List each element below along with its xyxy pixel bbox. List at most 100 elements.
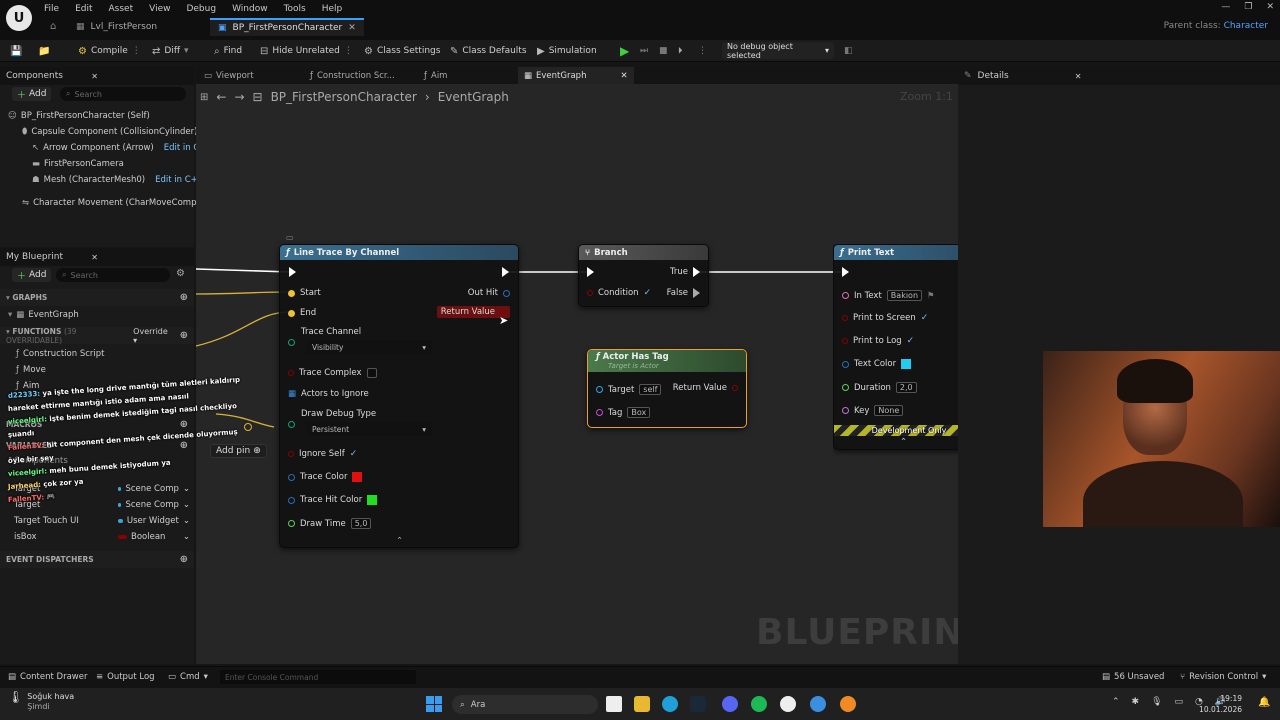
branch-true-pin[interactable]: True bbox=[670, 267, 700, 277]
menu-help[interactable]: Help bbox=[322, 4, 343, 14]
close-tab-icon[interactable]: ✕ bbox=[348, 23, 356, 33]
forward-arrow-icon[interactable]: → bbox=[234, 90, 244, 104]
tag-value-input[interactable]: Box bbox=[627, 407, 651, 418]
eject-icon[interactable]: ⏵ bbox=[678, 44, 683, 58]
taskbar-search[interactable]: ⌕ Ara bbox=[452, 695, 598, 714]
duration-pin[interactable]: Duration 2,0 bbox=[842, 382, 917, 393]
checkmark-icon[interactable]: ✓ bbox=[644, 288, 652, 298]
restore-icon[interactable]: ❐ bbox=[1244, 2, 1252, 12]
task-view-icon[interactable] bbox=[606, 696, 622, 712]
variable-row[interactable]: isBox Boolean ⌄ bbox=[14, 529, 194, 545]
select-pin-icon[interactable] bbox=[244, 423, 252, 431]
weather-widget[interactable]: 🌡 Soğuk hava Şimdi bbox=[8, 691, 74, 712]
component-item[interactable]: ▬ FirstPersonCamera bbox=[8, 156, 214, 172]
parent-class-value[interactable]: Character bbox=[1224, 21, 1268, 31]
line-trace-node[interactable]: ƒ Line Trace By Channel Start Out Hit End… bbox=[279, 244, 519, 548]
text-color-swatch[interactable] bbox=[901, 359, 912, 369]
trace-complex-pin[interactable]: Trace Complex bbox=[288, 368, 377, 378]
checkmark-icon[interactable]: ✓ bbox=[907, 336, 915, 346]
checkmark-icon[interactable]: ✓ bbox=[921, 313, 929, 323]
has-tag-return-pin[interactable]: Return Value bbox=[673, 383, 738, 393]
tab-construction-script[interactable]: ƒ Construction Scr... bbox=[304, 67, 401, 84]
cmd-dropdown[interactable]: ▭ Cmd ▾ bbox=[168, 670, 208, 684]
class-defaults-button[interactable]: ✎ Class Defaults bbox=[450, 44, 527, 58]
breadcrumb-root[interactable]: BP_FirstPersonCharacter bbox=[271, 90, 417, 104]
collapse-icon[interactable]: ⌃ bbox=[900, 437, 907, 447]
print-text-node[interactable]: ƒ Print Text In Text Bakıon ⚑ Print to Scre… bbox=[833, 244, 958, 450]
minimize-icon[interactable]: — bbox=[1221, 2, 1230, 12]
branch-node[interactable]: ⑂ Branch True Condition ✓ False bbox=[578, 244, 709, 307]
comment-bubble-icon[interactable]: ▭ bbox=[286, 233, 294, 242]
component-item[interactable]: ☺ BP_FirstPersonCharacter (Self) bbox=[8, 108, 214, 124]
checkmark-icon[interactable]: ✓ bbox=[350, 449, 358, 459]
override-dropdown[interactable]: Override ▾ bbox=[133, 327, 173, 345]
in-text-pin[interactable]: In Text Bakıon ⚑ bbox=[842, 290, 935, 301]
exec-out-pin[interactable] bbox=[502, 267, 509, 277]
content-drawer-button[interactable]: ▤ Content Drawer bbox=[8, 670, 87, 684]
microphone-icon[interactable]: 🎙 bbox=[1151, 697, 1162, 707]
tab-viewport[interactable]: ▭ Viewport bbox=[198, 67, 260, 84]
diff-button[interactable]: ⇄ Diff ▾ bbox=[152, 44, 189, 58]
print-text-header[interactable]: ƒ Print Text bbox=[834, 245, 958, 260]
spotify-icon[interactable] bbox=[751, 696, 767, 712]
components-search-input[interactable]: ⌕ Search bbox=[60, 87, 186, 101]
actor-has-tag-header[interactable]: ƒ Actor Has Tag Target is Actor bbox=[588, 350, 746, 372]
menu-tools[interactable]: Tools bbox=[284, 4, 306, 14]
close-window-icon[interactable]: ✕ bbox=[1266, 2, 1274, 12]
in-text-input[interactable]: Bakıon bbox=[886, 290, 923, 301]
draw-debug-type-dropdown[interactable]: Persistent ▾ bbox=[306, 422, 432, 436]
play-options-icon[interactable]: ⋮ bbox=[698, 44, 707, 58]
app-icon[interactable] bbox=[810, 696, 826, 712]
windows-start-icon[interactable] bbox=[426, 696, 442, 712]
revision-control-button[interactable]: ⑂ Revision Control ▾ bbox=[1180, 670, 1266, 684]
ignore-self-pin[interactable]: Ignore Self ✓ bbox=[288, 449, 357, 459]
key-input[interactable]: None bbox=[874, 405, 904, 416]
my-blueprint-search-input[interactable]: ⌕ Search bbox=[56, 268, 170, 282]
menu-window[interactable]: Window bbox=[232, 4, 268, 14]
tray-app-icon[interactable]: ✱ bbox=[1132, 697, 1140, 707]
component-item[interactable]: ⇋ Character Movement (CharMoveComp) bbox=[8, 195, 214, 211]
hide-unrelated-button[interactable]: ⊟ Hide Unrelated ⋮ bbox=[260, 44, 353, 58]
add-dispatcher-icon[interactable]: ⊕ bbox=[180, 554, 188, 565]
add-graph-icon[interactable]: ⊕ bbox=[180, 292, 188, 303]
trace-hit-color-swatch[interactable] bbox=[367, 495, 378, 505]
component-item[interactable]: ⬮ Capsule Component (CollisionCylinder) bbox=[8, 124, 214, 140]
close-my-blueprint-icon[interactable]: ✕ bbox=[91, 253, 98, 262]
trace-hit-color-pin[interactable]: Trace Hit Color bbox=[288, 495, 378, 505]
print-to-log-pin[interactable]: Print to Log ✓ bbox=[842, 336, 914, 346]
gear-icon[interactable]: ⚙ bbox=[176, 268, 185, 279]
trace-color-swatch[interactable] bbox=[352, 472, 363, 482]
display-icon[interactable]: ▭ bbox=[1175, 697, 1184, 707]
home-icon[interactable]: ⌂ bbox=[50, 21, 56, 32]
back-arrow-icon[interactable]: ← bbox=[216, 90, 226, 104]
add-function-icon[interactable]: ⊕ bbox=[180, 330, 188, 341]
simulation-button[interactable]: ▶ Simulation bbox=[537, 44, 597, 58]
doc-tab-blueprint[interactable]: ▣ BP_FirstPersonCharacter ✕ bbox=[210, 18, 364, 36]
console-input[interactable]: Enter Console Command bbox=[220, 670, 416, 684]
blender-icon[interactable] bbox=[840, 696, 856, 712]
end-pin[interactable]: End bbox=[288, 308, 316, 318]
component-item[interactable]: ↖ Arrow Component (Arrow) Edit in C++ bbox=[8, 140, 214, 156]
close-components-icon[interactable]: ✕ bbox=[91, 72, 98, 81]
draw-debug-type-pin[interactable] bbox=[288, 421, 295, 428]
menu-debug[interactable]: Debug bbox=[186, 4, 216, 14]
debug-object-select[interactable]: No debug object selected ▾ bbox=[722, 42, 834, 60]
print-to-screen-pin[interactable]: Print to Screen ✓ bbox=[842, 313, 928, 323]
branch-header[interactable]: ⑂ Branch bbox=[579, 245, 708, 260]
breadcrumb-child[interactable]: EventGraph bbox=[438, 90, 509, 104]
out-hit-pin[interactable]: Out Hit bbox=[468, 288, 510, 298]
doc-tab-level[interactable]: ▦ Lvl_FirstPerson bbox=[68, 18, 165, 36]
tray-chevron-icon[interactable]: ⌃ bbox=[1112, 697, 1120, 707]
save-icon[interactable]: 💾 bbox=[10, 44, 22, 58]
clock[interactable]: 19:19 10.01.2026 bbox=[1199, 693, 1242, 715]
unsaved-button[interactable]: ▤ 56 Unsaved bbox=[1102, 670, 1164, 684]
find-button[interactable]: ⌕ Find bbox=[214, 44, 242, 58]
chevron-icon[interactable]: ⌄ bbox=[183, 532, 190, 542]
trace-channel-dropdown[interactable]: Visibility ▾ bbox=[306, 340, 432, 354]
draw-time-input[interactable]: 5,0 bbox=[350, 518, 372, 529]
close-tab-icon[interactable]: ✕ bbox=[620, 71, 627, 81]
key-pin[interactable]: Key None bbox=[842, 405, 904, 416]
chevron-icon[interactable]: ⌄ bbox=[183, 516, 190, 526]
branch-false-pin[interactable]: False bbox=[667, 288, 700, 298]
close-details-icon[interactable]: ✕ bbox=[1075, 72, 1082, 81]
